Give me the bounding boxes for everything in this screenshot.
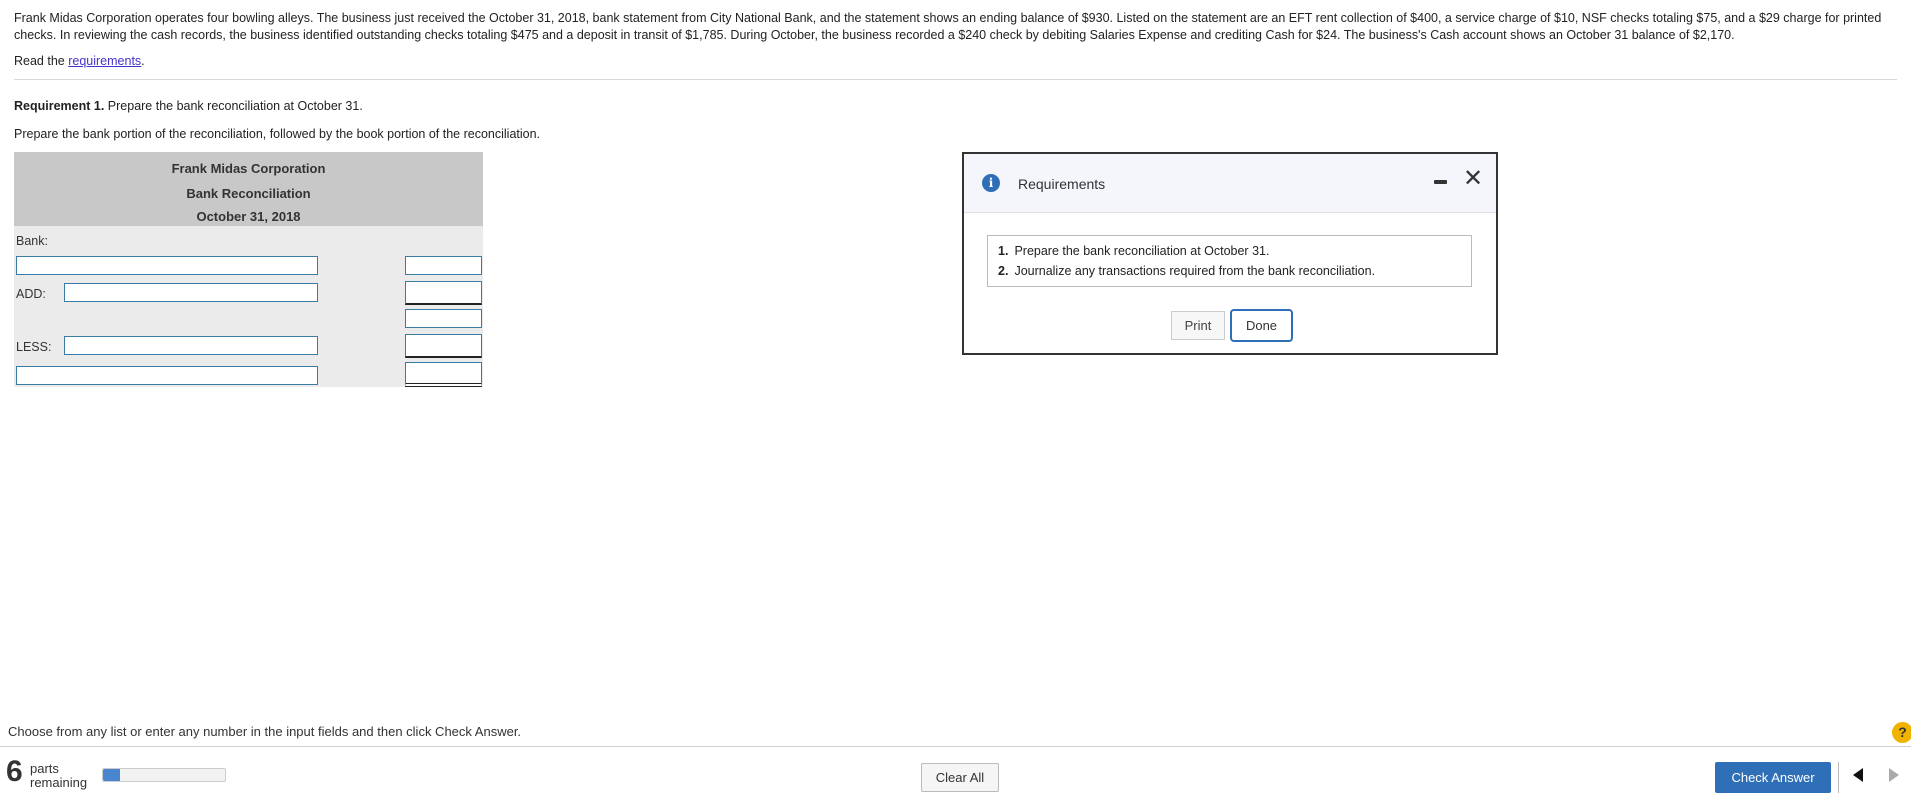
parts-label: parts	[30, 761, 59, 776]
requirement-number: 2.	[998, 264, 1009, 278]
footer-instruction: Choose from any list or enter any number…	[8, 724, 522, 739]
requirement-1-text: Prepare the bank reconciliation at Octob…	[104, 99, 363, 113]
check-answer-button[interactable]: Check Answer	[1715, 762, 1831, 793]
progress-fill	[103, 769, 121, 781]
progress-bar	[102, 768, 226, 782]
done-button[interactable]: Done	[1230, 309, 1293, 342]
reconciliation-title: Bank Reconciliation	[186, 186, 311, 201]
problem-statement: Frank Midas Corporation operates four bo…	[14, 11, 1882, 42]
bank-description-input[interactable]	[16, 256, 318, 275]
requirements-dialog: i Requirements ✕ 1. Prepare the bank reco…	[962, 152, 1498, 355]
requirement-number: 1.	[998, 244, 1009, 258]
divider	[14, 79, 1897, 80]
reconciliation-date: October 31, 2018	[196, 209, 301, 224]
clear-all-button[interactable]: Clear All	[921, 763, 999, 792]
nav-separator	[1838, 762, 1839, 793]
dialog-title: Requirements	[1018, 176, 1106, 192]
company-name: Frank Midas Corporation	[171, 161, 326, 176]
adjusted-balance-description-input[interactable]	[16, 366, 318, 385]
remaining-label: remaining	[30, 775, 88, 790]
requirement-1-label: Requirement 1.	[14, 99, 105, 113]
add-description-input[interactable]	[64, 283, 318, 302]
bank-label: Bank:	[16, 234, 48, 248]
read-prefix: Read the	[14, 54, 69, 68]
add-amount-input[interactable]	[405, 281, 482, 305]
read-requirements-line: Read the requirements.	[14, 54, 145, 68]
bank-balance-input[interactable]	[405, 256, 482, 275]
read-suffix: .	[141, 54, 145, 68]
requirement-text: Prepare the bank reconciliation at Octob…	[1014, 244, 1270, 258]
requirements-link[interactable]: requirements	[68, 54, 141, 68]
less-description-input[interactable]	[64, 336, 318, 355]
requirement-1-heading: Requirement 1. Prepare the bank reconcil…	[14, 99, 363, 113]
reconciliation-header: Frank Midas Corporation Bank Reconciliat…	[14, 152, 483, 226]
requirement-text: Journalize any transactions required fro…	[1014, 264, 1376, 278]
reconciliation-instruction: Prepare the bank portion of the reconcil…	[14, 127, 541, 141]
requirement-item: 2. Journalize any transactions required f…	[998, 264, 1375, 278]
add-subtotal-input[interactable]	[405, 309, 482, 328]
less-amount-input[interactable]	[405, 334, 482, 358]
minimize-icon[interactable]	[1434, 180, 1447, 184]
parts-remaining-count: 6	[6, 755, 23, 788]
dialog-header-divider	[964, 212, 1496, 213]
help-icon[interactable]: ?	[1892, 722, 1911, 743]
footer-divider	[0, 746, 1911, 747]
requirement-item: 1. Prepare the bank reconciliation at Oct…	[998, 244, 1269, 258]
info-icon: i	[982, 174, 1000, 192]
requirements-list: 1. Prepare the bank reconciliation at Oct…	[987, 235, 1472, 287]
adjusted-balance-input[interactable]	[405, 362, 482, 387]
print-button[interactable]: Print	[1171, 311, 1225, 340]
close-icon[interactable]: ✕	[1463, 166, 1483, 190]
dialog-header: i Requirements ✕	[964, 154, 1496, 212]
previous-arrow-icon[interactable]	[1853, 768, 1863, 782]
next-arrow-icon[interactable]	[1889, 768, 1899, 782]
add-label: ADD:	[16, 287, 46, 301]
less-label: LESS:	[16, 340, 52, 354]
bank-reconciliation-table: Frank Midas Corporation Bank Reconciliat…	[14, 152, 483, 387]
